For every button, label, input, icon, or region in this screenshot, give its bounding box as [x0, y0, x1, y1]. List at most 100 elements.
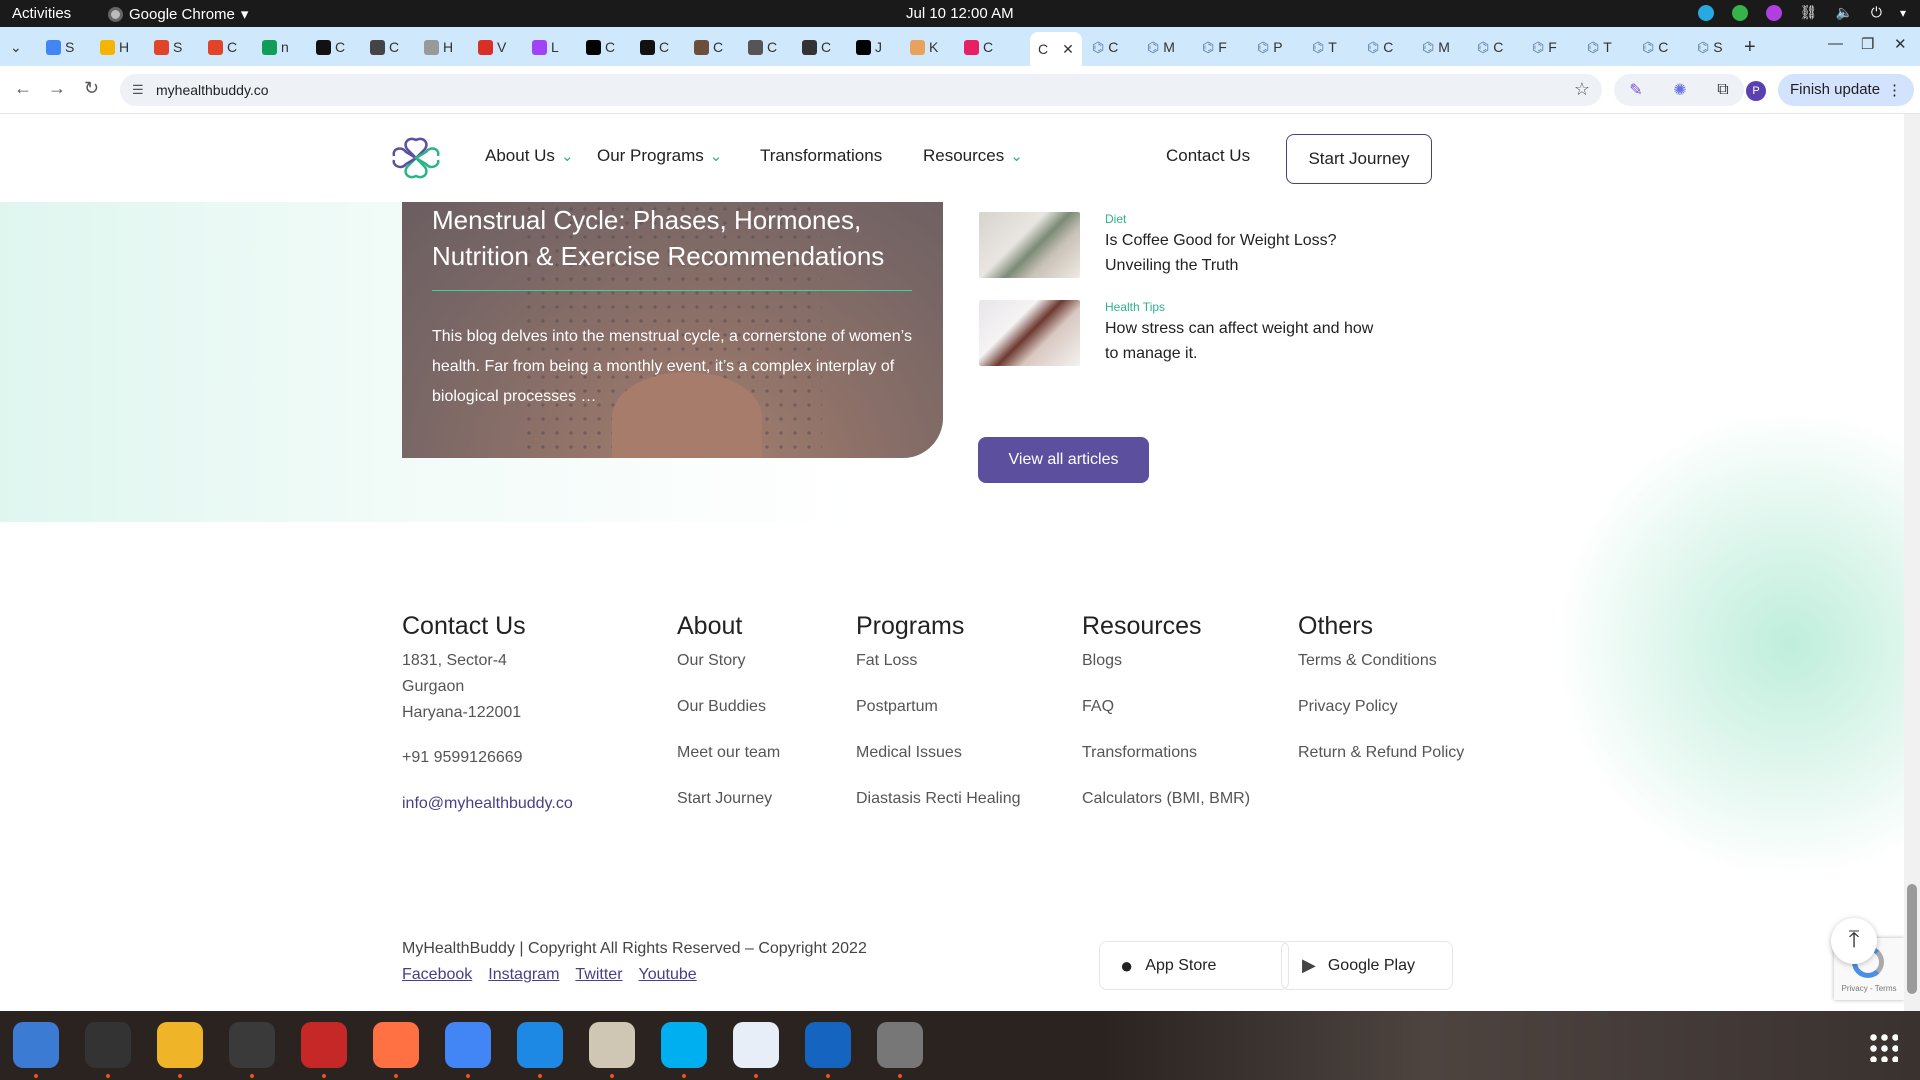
app-store-button[interactable]: ● App Store	[1099, 941, 1289, 990]
back-icon[interactable]: ←	[14, 78, 32, 99]
footer-link[interactable]: Our Story	[677, 652, 745, 670]
browser-tab[interactable]: ⌬ C	[1642, 34, 1668, 60]
article-category[interactable]: Diet	[1105, 212, 1126, 226]
tab-search-button[interactable]: ⌄	[10, 34, 22, 60]
footer-link[interactable]: Start Journey	[677, 790, 772, 808]
article-thumbnail[interactable]	[979, 212, 1080, 278]
check-icon[interactable]	[1731, 4, 1748, 21]
social-link[interactable]: Youtube	[639, 966, 697, 984]
scrollbar-thumb[interactable]	[1907, 884, 1917, 994]
article-category[interactable]: Health Tips	[1105, 300, 1165, 314]
vscode-icon[interactable]	[517, 1022, 563, 1068]
article-thumbnail[interactable]	[979, 300, 1080, 366]
google-play-button[interactable]: ▶ Google Play	[1281, 941, 1453, 990]
browser-tab[interactable]: n	[262, 34, 289, 60]
browser-tab[interactable]: ⌬ C	[1092, 34, 1118, 60]
url-text[interactable]: myhealthbuddy.co	[156, 82, 269, 98]
start-journey-button[interactable]: Start Journey	[1286, 134, 1432, 184]
activities-button[interactable]: Activities	[12, 5, 71, 22]
nav-resources[interactable]: Resources ⌄	[923, 146, 1023, 166]
tab-close-icon[interactable]: ✕	[1062, 41, 1074, 58]
terminal-icon[interactable]	[85, 1022, 131, 1068]
browser-tab[interactable]: ⌬ F	[1202, 34, 1227, 60]
browser-tab[interactable]: C	[802, 34, 831, 60]
footer-link[interactable]: Medical Issues	[856, 744, 962, 762]
libreoffice-writer-icon[interactable]	[805, 1022, 851, 1068]
browser-tab[interactable]: C	[748, 34, 777, 60]
browser-tab[interactable]: ⌬ T	[1312, 34, 1337, 60]
new-tab-button[interactable]: +	[1744, 34, 1756, 60]
sync-icon[interactable]	[1697, 4, 1714, 21]
article-title[interactable]: How stress can affect weight and how to …	[1105, 316, 1385, 366]
browser-tab[interactable]: C	[640, 34, 669, 60]
bookmark-star-icon[interactable]: ☆	[1574, 79, 1590, 100]
reload-icon[interactable]: ↻	[84, 78, 99, 99]
browser-tab[interactable]: C	[208, 34, 237, 60]
footer-link[interactable]: Calculators (BMI, BMR)	[1082, 790, 1250, 808]
footer-link[interactable]: Diastasis Recti Healing	[856, 790, 1021, 808]
footer-link[interactable]: Meet our team	[677, 744, 780, 762]
featured-article-title[interactable]: Menstrual Cycle: Phases, Hormones, Nutri…	[432, 202, 932, 274]
social-link[interactable]: Facebook	[402, 966, 472, 984]
browser-tab[interactable]: C	[586, 34, 615, 60]
maximize-icon[interactable]: ❐	[1861, 35, 1874, 53]
browser-tab[interactable]: H	[100, 34, 129, 60]
nav-contact[interactable]: Contact Us	[1166, 146, 1250, 166]
browser-tab[interactable]: ⌬ P	[1257, 34, 1283, 60]
disk-utility-icon[interactable]	[877, 1022, 923, 1068]
site-info-icon[interactable]: ☰	[132, 82, 144, 98]
app-indicator-icon[interactable]	[1765, 4, 1782, 21]
system-monitor-icon[interactable]	[229, 1022, 275, 1068]
footer-link[interactable]: Return & Refund Policy	[1298, 744, 1464, 762]
system-tray[interactable]: ⛓ 🔈 ⏻ ▾	[1697, 4, 1906, 21]
browser-tab[interactable]: ⌬ M	[1422, 34, 1450, 60]
show-apps-grid-icon[interactable]	[1868, 1032, 1898, 1062]
sparkle-extension-icon[interactable]: ✺	[1673, 80, 1686, 100]
view-all-articles-button[interactable]: View all articles	[978, 437, 1149, 483]
pen-extension-icon[interactable]: ✎	[1629, 80, 1642, 100]
footer-link[interactable]: Our Buddies	[677, 698, 766, 716]
minimize-icon[interactable]: —	[1828, 35, 1843, 52]
social-link[interactable]: Instagram	[488, 966, 559, 984]
browser-tab[interactable]: H	[424, 34, 453, 60]
nav-programs[interactable]: Our Programs ⌄	[597, 146, 722, 166]
nav-about[interactable]: About Us ⌄	[485, 146, 574, 166]
browser-tab[interactable]: S	[46, 34, 74, 60]
browser-tab[interactable]: C	[694, 34, 723, 60]
footer-link[interactable]: Transformations	[1082, 744, 1197, 762]
volume-icon[interactable]: 🔈	[1835, 4, 1852, 21]
tab-active[interactable]: C ✕	[1030, 32, 1082, 66]
window-close-icon[interactable]: ✕	[1894, 35, 1907, 53]
browser-tab[interactable]: S	[154, 34, 182, 60]
nav-transformations[interactable]: Transformations	[760, 146, 882, 166]
text-editor-icon[interactable]	[733, 1022, 779, 1068]
browser-tab[interactable]: ⌬ S	[1697, 34, 1723, 60]
browser-tab[interactable]: ⌬ M	[1147, 34, 1175, 60]
browser-tab[interactable]: ⌬ T	[1587, 34, 1612, 60]
app-menu[interactable]: Google Chrome ▾	[108, 5, 248, 23]
browser-tab[interactable]: V	[478, 34, 506, 60]
extensions-puzzle-icon[interactable]: ⧉	[1717, 81, 1728, 99]
browser-tab[interactable]: C	[370, 34, 399, 60]
browser-tab[interactable]: ⌬ C	[1477, 34, 1503, 60]
footer-link[interactable]: Terms & Conditions	[1298, 652, 1437, 670]
power-icon[interactable]: ⏻	[1871, 4, 1882, 21]
footer-link[interactable]: Blogs	[1082, 652, 1122, 670]
chevron-down-icon[interactable]: ▾	[1900, 6, 1906, 20]
featured-article-card[interactable]: Menstrual Cycle: Phases, Hormones, Nutri…	[402, 202, 943, 458]
network-icon[interactable]: ⛓	[1800, 4, 1818, 21]
health-buddy-logo-icon[interactable]	[390, 134, 442, 182]
browser-tab[interactable]: K	[910, 34, 938, 60]
phone-link[interactable]: +91 9599126669	[402, 749, 523, 767]
social-link[interactable]: Twitter	[575, 966, 622, 984]
files-icon[interactable]	[589, 1022, 635, 1068]
thunderbird-icon[interactable]	[13, 1022, 59, 1068]
page-scrollbar[interactable]	[1904, 114, 1920, 1011]
recaptcha-text[interactable]: Privacy - Terms	[1842, 984, 1897, 993]
footer-link[interactable]: Privacy Policy	[1298, 698, 1398, 716]
footer-link[interactable]: Fat Loss	[856, 652, 917, 670]
browser-tab[interactable]: C	[316, 34, 345, 60]
browser-tab[interactable]: ⌬ F	[1532, 34, 1557, 60]
forward-icon[interactable]: →	[48, 78, 66, 99]
finish-update-button[interactable]: Finish update ⋮	[1778, 74, 1914, 106]
